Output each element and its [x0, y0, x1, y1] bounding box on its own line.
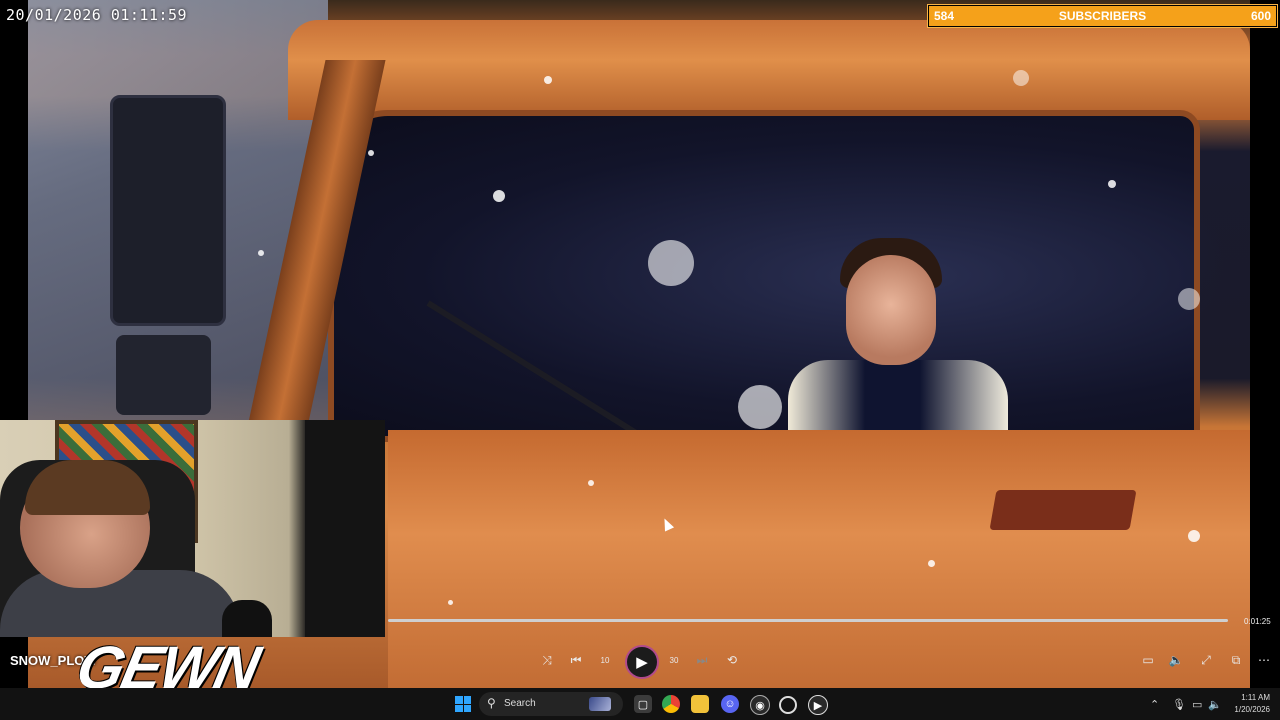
snowflake — [928, 560, 935, 567]
seek-bar[interactable] — [388, 619, 1228, 622]
truck-hood — [388, 430, 1250, 688]
obs-icon[interactable]: ◉ — [750, 695, 770, 715]
play-icon[interactable]: ▶ — [625, 645, 659, 679]
snowflake — [1188, 530, 1200, 542]
more-icon[interactable]: ⋯ — [1254, 650, 1274, 670]
webcam-feed — [0, 420, 385, 637]
discord-icon[interactable]: ☺ — [721, 695, 739, 713]
snowflake — [493, 190, 505, 202]
snowflake — [448, 600, 453, 605]
previous-track-icon[interactable]: ⏮ — [566, 650, 586, 670]
taskbar-search[interactable]: ⚲ Search — [479, 692, 623, 716]
windows-start-icon[interactable] — [455, 696, 471, 712]
fullscreen-icon[interactable]: ⤢ — [1196, 650, 1216, 670]
snowflake — [738, 385, 782, 429]
clock-date: 1/20/2026 — [1234, 705, 1270, 714]
windows-taskbar: ⚲ Search ▢ ☺ ◉ ▶ ⌃ 🎙 ▭ 🔈 1:11 AM 1/20/20… — [0, 688, 1280, 720]
clock-icon[interactable] — [779, 696, 797, 714]
side-mirror — [110, 95, 226, 326]
chrome-icon[interactable] — [662, 695, 680, 713]
forward-30-icon[interactable]: 30 — [664, 650, 684, 670]
search-icon: ⚲ — [487, 696, 496, 710]
snowflake — [544, 76, 552, 84]
subscriber-label: SUBSCRIBERS — [1058, 9, 1147, 23]
snowflake — [1108, 180, 1116, 188]
show-hidden-icons-chevron[interactable]: ⌃ — [1150, 698, 1159, 711]
truck-roof — [288, 20, 1250, 120]
repeat-off-icon[interactable]: ⟲ — [722, 650, 742, 670]
subscriber-goal-bar: 584 SUBSCRIBERS 600 — [927, 4, 1278, 28]
snowflake — [258, 250, 264, 256]
search-placeholder: Search — [504, 698, 536, 709]
task-view-icon[interactable]: ▢ — [634, 695, 652, 713]
next-track-icon[interactable]: ⏭ — [692, 650, 712, 670]
cast-icon[interactable]: ⧉ — [1226, 650, 1246, 670]
taskbar-clock[interactable]: 1:11 AM 1/20/2026 — [1222, 692, 1270, 716]
clock-time: 1:11 AM — [1241, 693, 1270, 702]
volume-icon[interactable]: 🔈 — [1166, 650, 1186, 670]
microphone — [222, 600, 272, 637]
driver-face — [846, 255, 936, 365]
snowflake — [588, 480, 594, 486]
streamer-hoodie — [0, 570, 240, 637]
snowflake — [1178, 288, 1200, 310]
shuffle-icon[interactable]: ⤨ — [537, 650, 557, 670]
snowflake — [1013, 70, 1029, 86]
rewind-10-icon[interactable]: 10 — [595, 650, 615, 670]
microphone-icon[interactable]: 🎙 — [1172, 698, 1186, 711]
subscriber-goal: 600 — [1250, 9, 1271, 23]
lower-mirror — [116, 335, 211, 415]
miniplayer-icon[interactable]: ▭ — [1138, 650, 1158, 670]
dark-doorway — [305, 420, 385, 637]
media-player-icon[interactable]: ▶ — [808, 695, 828, 715]
network-icon[interactable]: ▭ — [1192, 698, 1202, 711]
total-time: 0:01:25 — [1244, 617, 1271, 626]
file-explorer-icon[interactable] — [691, 695, 709, 713]
search-highlight-image — [589, 697, 611, 711]
snowflake — [648, 240, 694, 286]
stream-timestamp: 20/01/2026 01:11:59 — [6, 6, 188, 24]
speaker-icon[interactable]: 🔈 — [1208, 698, 1222, 711]
snowflake — [368, 150, 374, 156]
hood-vent — [989, 490, 1137, 530]
